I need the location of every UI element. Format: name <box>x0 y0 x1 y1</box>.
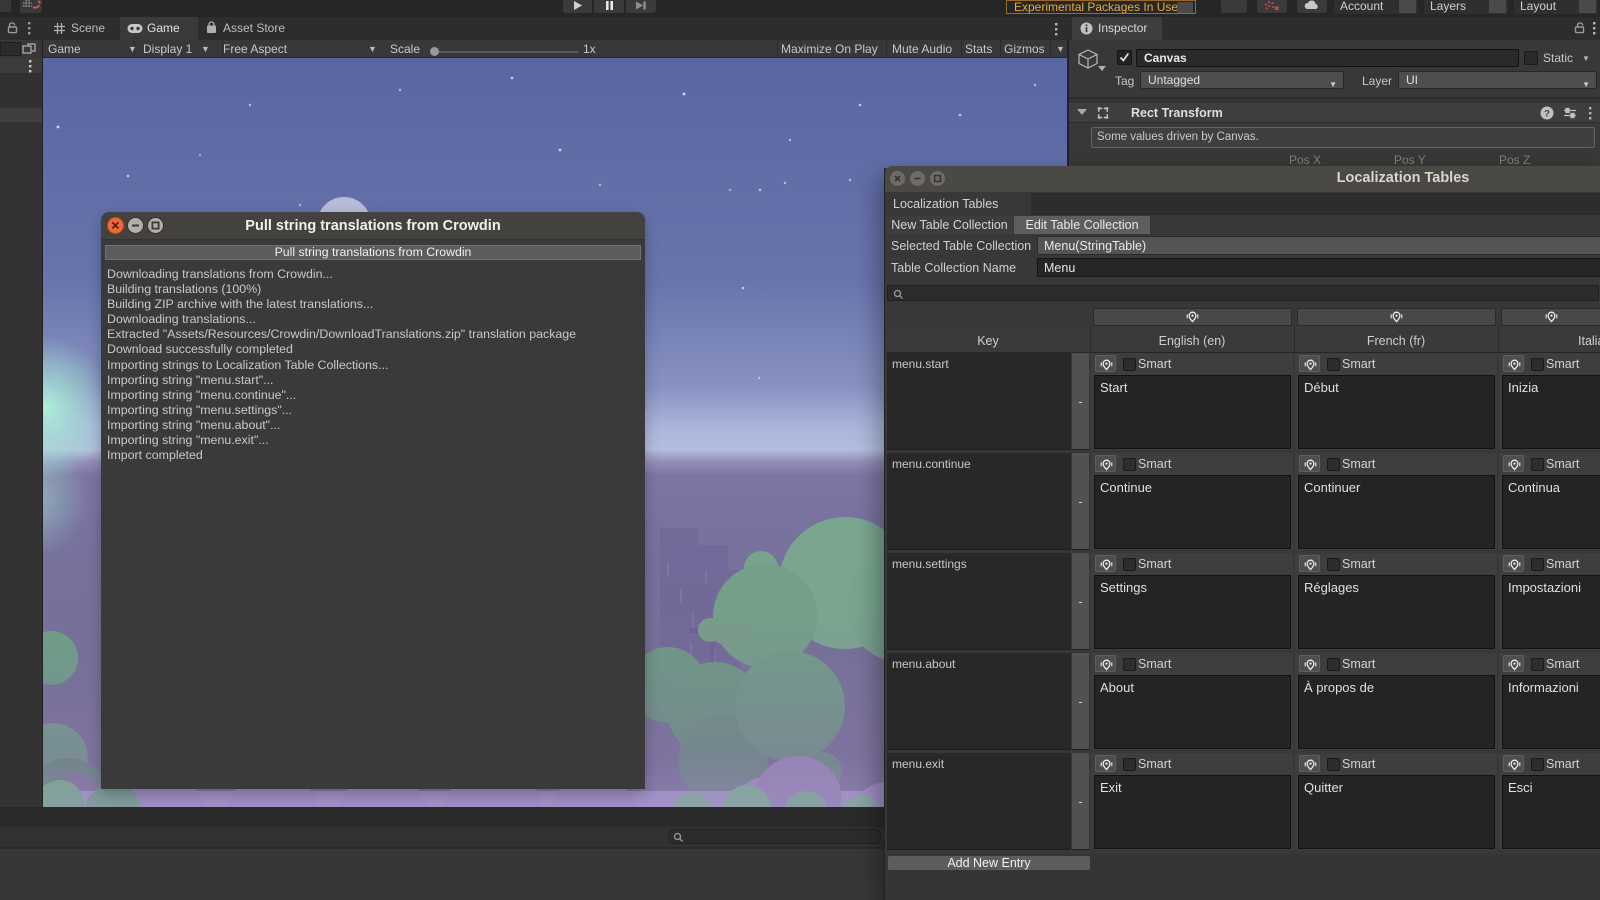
svg-text:?: ? <box>1544 108 1550 119</box>
